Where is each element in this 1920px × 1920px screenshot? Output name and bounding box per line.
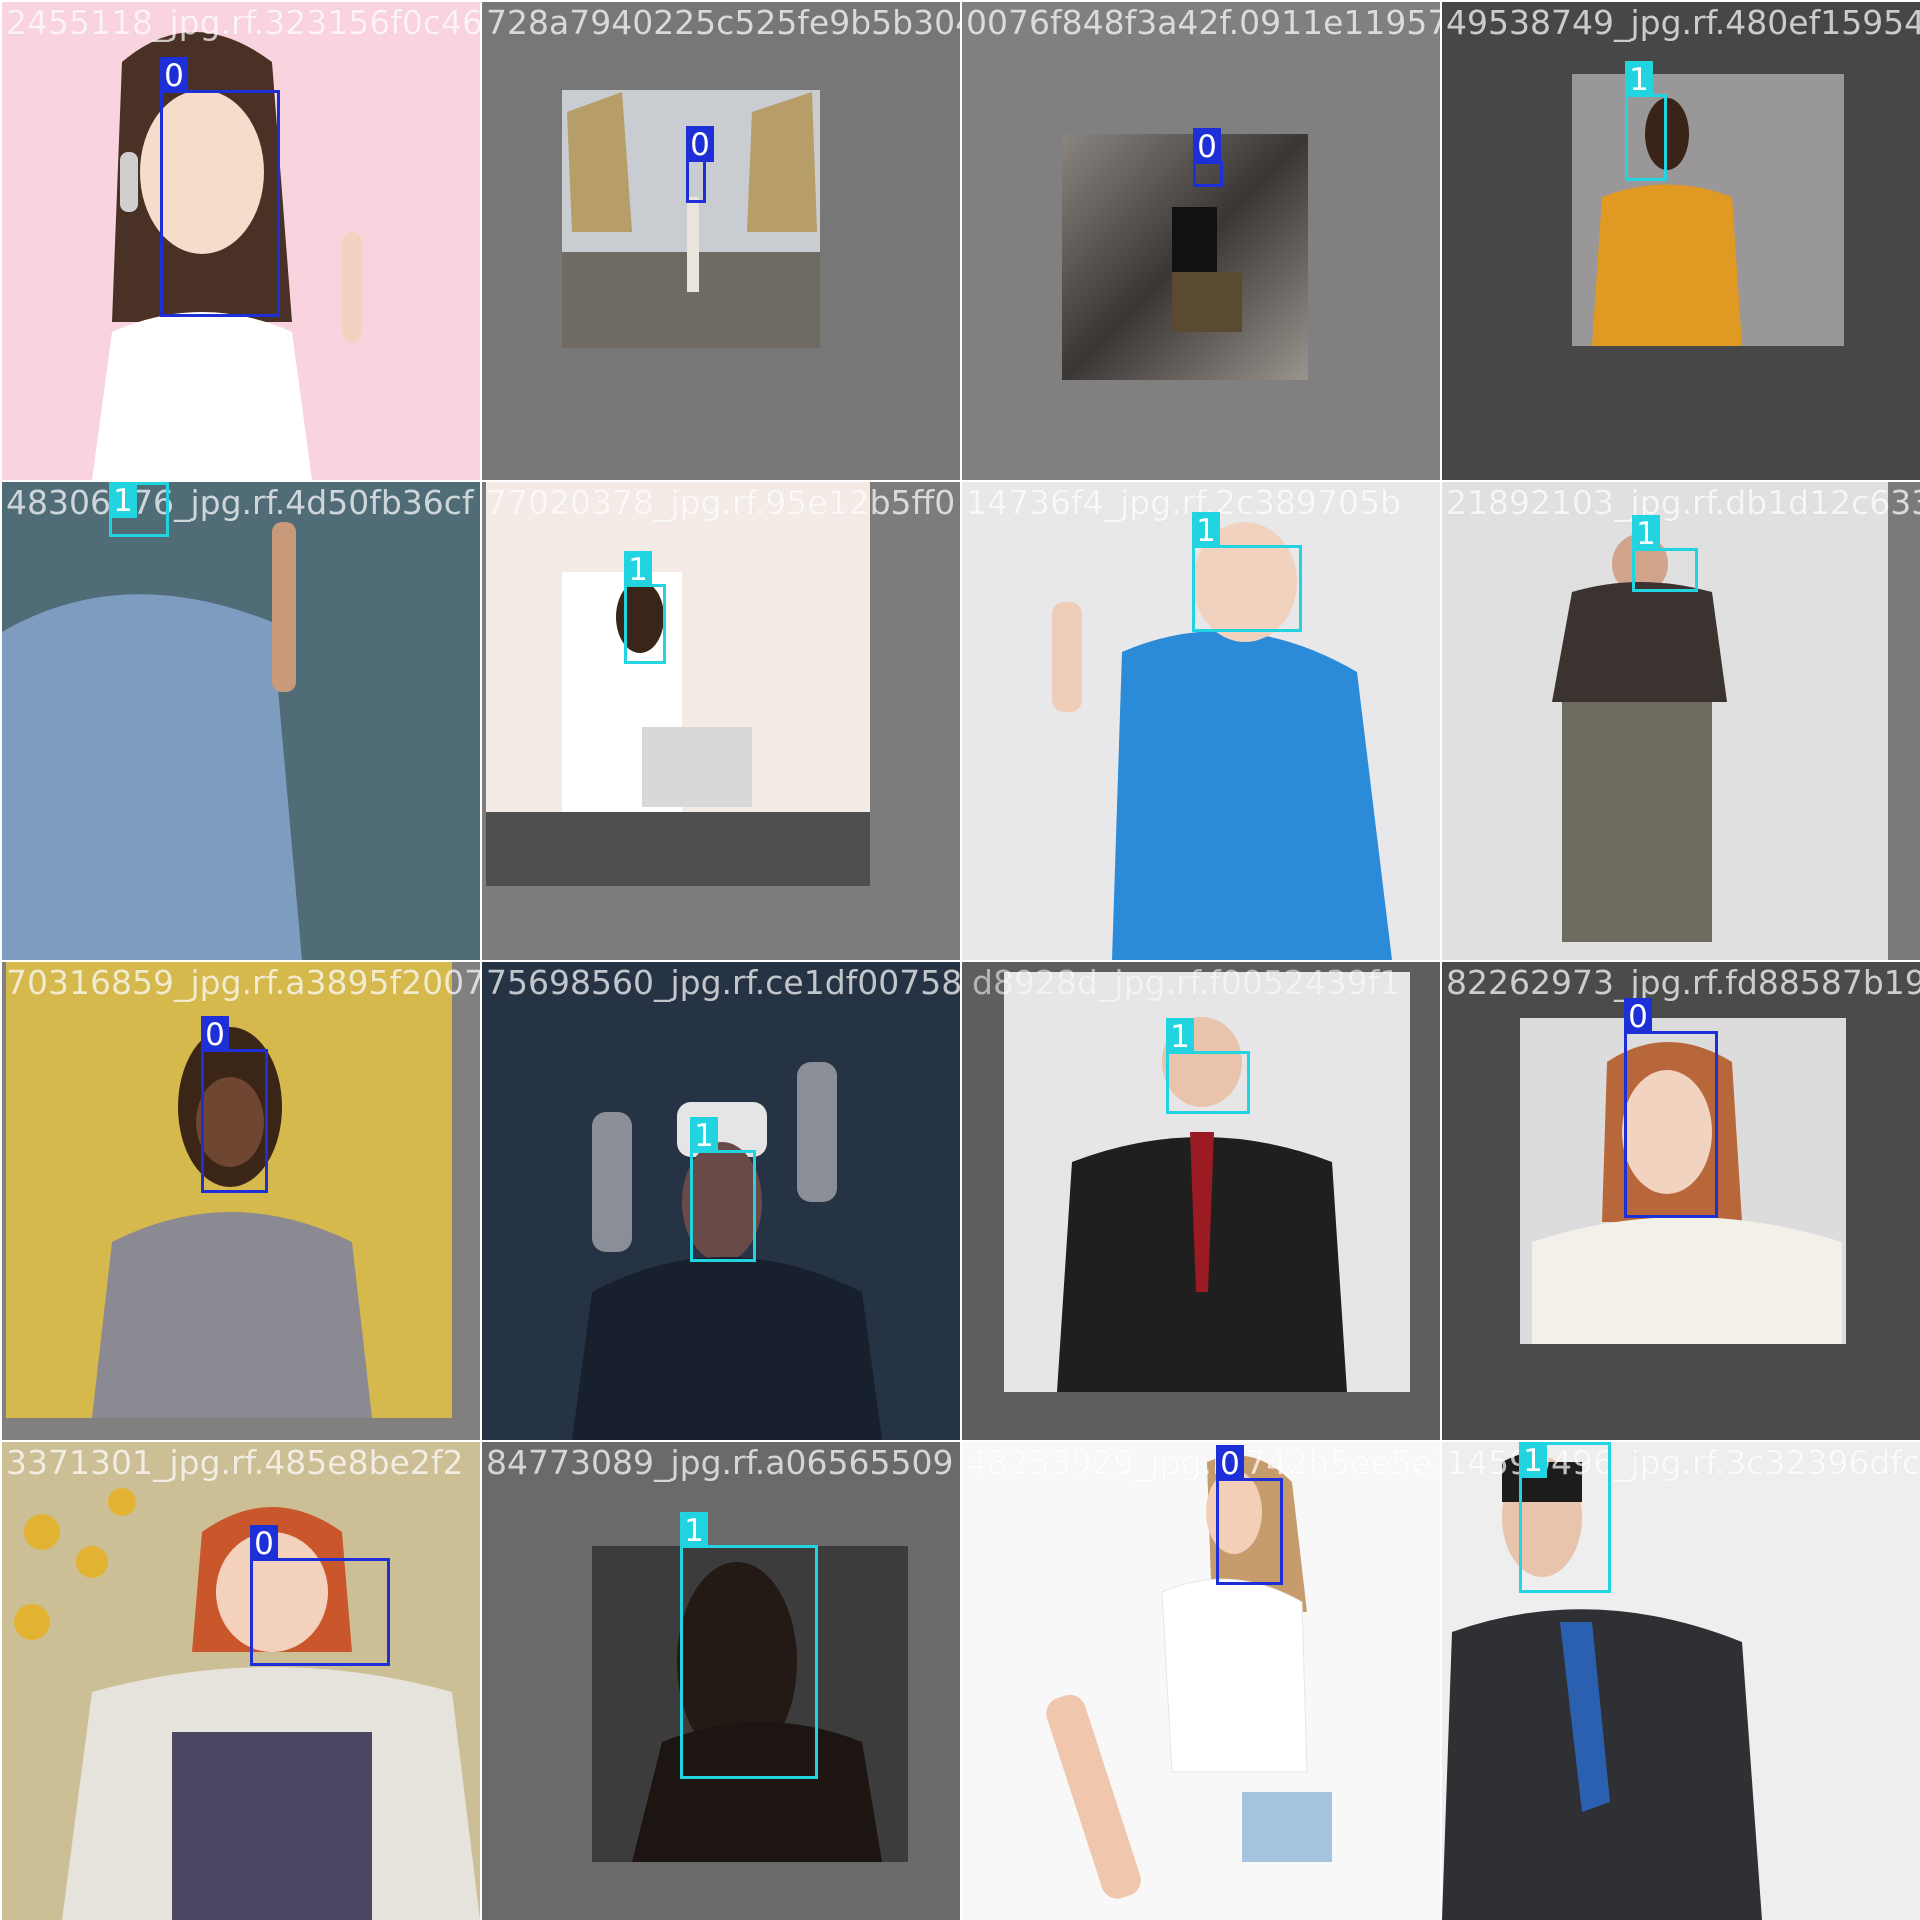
image-filename: 728a7940225c525fe9b5b3041 (486, 3, 960, 42)
image-filename: 14736f4_jpg.rf.2c389705b (966, 483, 1401, 522)
image-filename: 48306176_jpg.rf.4d50fb36cf (6, 483, 474, 522)
class-label: 0 (250, 1525, 278, 1562)
photo (962, 2, 1440, 480)
bounding-box: 0 (250, 1525, 390, 1666)
image-tile: 0076f848f3a42f.0911e11957 0 (962, 2, 1440, 480)
class-label: 0 (1216, 1445, 1244, 1482)
image-filename: 84773089_jpg.rf.a06565509 (486, 1443, 954, 1482)
image-tile: 70316859_jpg.rf.a3895f2007 0 (2, 962, 480, 1440)
image-tile: 77020378_jpg.rf.95e12b5ff0 1 (482, 482, 960, 960)
bounding-box: 1 (1166, 1018, 1250, 1114)
image-filename: 70316859_jpg.rf.a3895f2007 (6, 963, 480, 1002)
photo (962, 1442, 1440, 1920)
bounding-box: 1 (1632, 515, 1698, 592)
class-label: 1 (1519, 1442, 1547, 1479)
bounding-box: 0 (1193, 128, 1223, 187)
photo (2, 962, 480, 1440)
image-filename: 75698560_jpg.rf.ce1df00758 (486, 963, 960, 1002)
class-label: 0 (1624, 998, 1652, 1035)
image-filename: 77020378_jpg.rf.95e12b5ff0 (486, 483, 956, 522)
image-tile: 84773089_jpg.rf.a06565509 1 (482, 1442, 960, 1920)
class-label: 1 (109, 482, 137, 519)
image-tile: 49538749_jpg.rf.480ef15954 1 (1442, 2, 1920, 480)
image-tile: 48253929_jpg.rf.742b5ee5e2 0 (962, 1442, 1440, 1920)
image-filename: 3371301_jpg.rf.485e8be2f2 (6, 1443, 464, 1482)
image-filename: 48253929_jpg.rf.742b5ee5e2 (966, 1443, 1440, 1482)
class-label: 1 (624, 551, 652, 588)
bounding-box: 1 (109, 482, 169, 537)
mosaic-grid: 2455118_jpg.rf.323156f0c46 0 728a7940225… (0, 0, 1920, 1920)
class-label: 1 (690, 1117, 718, 1154)
class-label: 1 (1192, 512, 1220, 549)
photo (2, 1442, 480, 1920)
class-label: 1 (680, 1512, 708, 1549)
photo (1442, 2, 1920, 480)
image-filename: d8928d_jpg.rf.f0052439f1 (972, 963, 1401, 1002)
photo (482, 2, 960, 480)
bounding-box: 1 (624, 551, 666, 664)
image-tile: 21892103_jpg.rf.db1d12c633 1 (1442, 482, 1920, 960)
image-tile: 48306176_jpg.rf.4d50fb36cf 1 (2, 482, 480, 960)
image-tile: 75698560_jpg.rf.ce1df00758 1 (482, 962, 960, 1440)
image-filename: 49538749_jpg.rf.480ef15954 (1446, 3, 1920, 42)
image-tile: d8928d_jpg.rf.f0052439f1 1 (962, 962, 1440, 1440)
image-filename: 2455118_jpg.rf.323156f0c46 (6, 3, 480, 42)
photo (2, 482, 480, 960)
bounding-box: 1 (1625, 61, 1667, 181)
class-label: 1 (1632, 515, 1660, 552)
photo (1442, 1442, 1920, 1920)
class-label: 0 (201, 1016, 229, 1053)
bounding-box: 1 (690, 1117, 756, 1262)
image-filename: 21892103_jpg.rf.db1d12c633 (1446, 483, 1920, 522)
bounding-box: 0 (1216, 1445, 1283, 1585)
image-filename: 0076f848f3a42f.0911e11957 (966, 3, 1440, 42)
image-tile: 3371301_jpg.rf.485e8be2f2 0 (2, 1442, 480, 1920)
image-filename: 14599496_jpg.rf.3c32396dfc (1446, 1443, 1920, 1482)
bounding-box: 1 (1192, 512, 1302, 632)
image-filename: 82262973_jpg.rf.fd88587b19 (1446, 963, 1920, 1002)
bounding-box: 1 (680, 1512, 818, 1779)
image-tile: 82262973_jpg.rf.fd88587b19 0 (1442, 962, 1920, 1440)
bounding-box: 0 (201, 1016, 268, 1193)
image-tile: 14736f4_jpg.rf.2c389705b 1 (962, 482, 1440, 960)
bounding-box: 0 (160, 57, 280, 317)
image-tile: 14599496_jpg.rf.3c32396dfc 1 (1442, 1442, 1920, 1920)
class-label: 0 (1193, 128, 1221, 165)
class-label: 1 (1166, 1018, 1194, 1055)
photo (482, 482, 960, 960)
photo (962, 962, 1440, 1440)
class-label: 0 (160, 57, 188, 94)
bounding-box: 0 (1624, 998, 1718, 1218)
bounding-box: 0 (686, 126, 714, 203)
class-label: 0 (686, 126, 714, 163)
image-tile: 728a7940225c525fe9b5b3041 0 (482, 2, 960, 480)
class-label: 1 (1625, 61, 1653, 98)
bounding-box: 1 (1519, 1442, 1611, 1593)
image-tile: 2455118_jpg.rf.323156f0c46 0 (2, 2, 480, 480)
